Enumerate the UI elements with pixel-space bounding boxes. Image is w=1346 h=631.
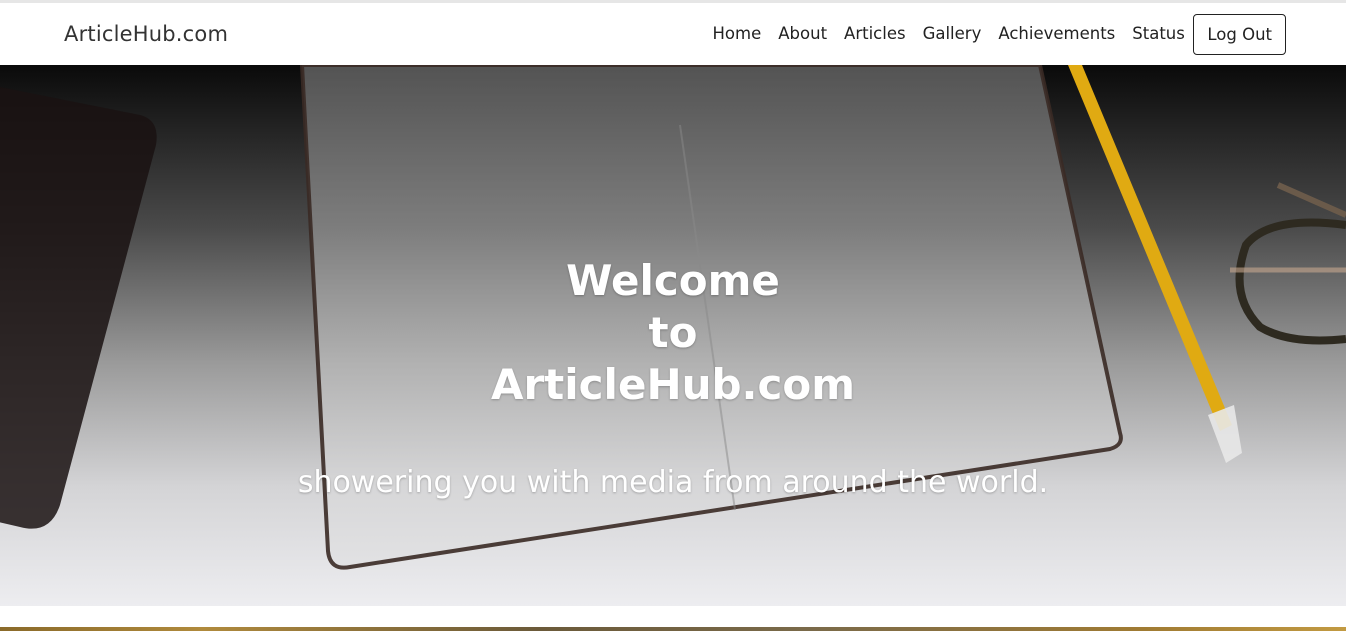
logout-button[interactable]: Log Out: [1193, 13, 1286, 55]
nav-home[interactable]: Home: [704, 14, 770, 54]
nav-achievements[interactable]: Achievements: [990, 14, 1124, 54]
nav-articles[interactable]: Articles: [836, 14, 915, 54]
nav-gallery[interactable]: Gallery: [914, 14, 990, 54]
hero-banner: Welcome to ArticleHub.com showering you …: [0, 65, 1346, 606]
hero-title-line-1: Welcome: [566, 256, 780, 305]
hero-title-line-2: to: [648, 308, 698, 357]
hero-subtitle: showering you with media from around the…: [297, 465, 1049, 500]
nav-status[interactable]: Status: [1124, 14, 1194, 54]
hero-title-line-3: ArticleHub.com: [490, 360, 856, 409]
brand-link[interactable]: ArticleHub.com: [64, 22, 228, 46]
next-section-preview: [0, 627, 1346, 631]
nav-links: Home About Articles Gallery Achievements…: [704, 13, 1286, 55]
hero-title: Welcome to ArticleHub.com: [0, 255, 1346, 411]
nav-about[interactable]: About: [770, 14, 836, 54]
navbar: ArticleHub.com Home About Articles Galle…: [0, 3, 1346, 65]
